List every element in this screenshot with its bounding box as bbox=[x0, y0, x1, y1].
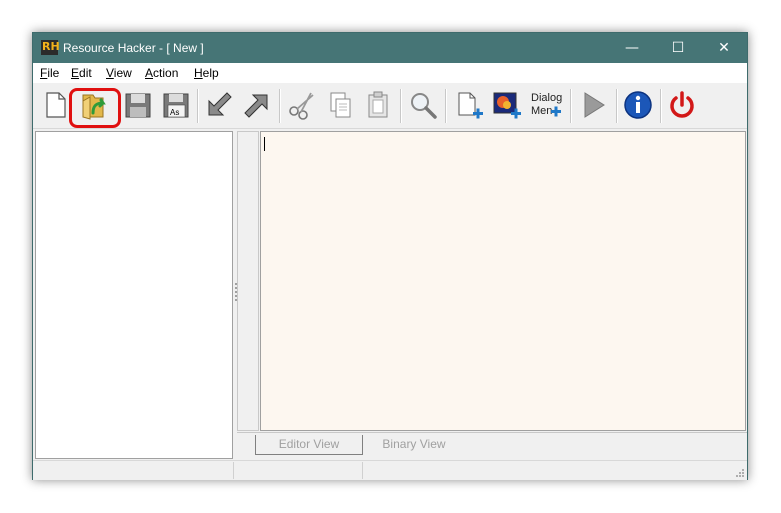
toolbar: As Dialog Men bbox=[33, 83, 747, 129]
about-button[interactable] bbox=[622, 89, 654, 121]
dialog-merger-button[interactable]: Dialog Men bbox=[529, 89, 565, 121]
status-panel-2 bbox=[234, 462, 363, 479]
menu-view-label: iew bbox=[113, 66, 132, 80]
menu-action-label: ction bbox=[153, 66, 179, 80]
menu-action[interactable]: Action bbox=[145, 66, 178, 80]
add-document-icon bbox=[458, 92, 483, 119]
tab-editor-view[interactable]: Editor View bbox=[255, 435, 363, 455]
paste-button[interactable] bbox=[362, 89, 394, 121]
back-button[interactable] bbox=[203, 89, 235, 121]
menu-file[interactable]: File bbox=[40, 66, 59, 80]
minimize-button[interactable]: — bbox=[609, 33, 655, 63]
dialog-label: Dialog bbox=[531, 92, 562, 104]
toolbar-separator bbox=[616, 89, 618, 123]
status-panel-1 bbox=[33, 462, 234, 479]
new-document-icon bbox=[46, 92, 66, 118]
copy-icon bbox=[330, 92, 351, 118]
line-number-gutter bbox=[237, 131, 259, 431]
menu-edit[interactable]: Edit bbox=[71, 66, 92, 80]
close-button[interactable]: ✕ bbox=[701, 33, 747, 63]
arrow-up-right-icon bbox=[244, 94, 268, 118]
app-logo-text: RH bbox=[42, 40, 60, 53]
arrow-down-left-icon bbox=[208, 92, 232, 116]
menu-help-mnemonic: H bbox=[194, 66, 203, 80]
menu-view-mnemonic: V bbox=[106, 66, 114, 80]
open-button-highlight bbox=[69, 88, 121, 128]
save-as-label: As bbox=[170, 108, 179, 117]
menu-action-mnemonic: A bbox=[145, 66, 154, 80]
exit-button[interactable] bbox=[666, 89, 698, 121]
toolbar-separator bbox=[660, 89, 662, 123]
menu-view[interactable]: View bbox=[106, 66, 132, 80]
add-image-resource-button[interactable] bbox=[491, 89, 523, 121]
toolbar-separator bbox=[400, 89, 402, 123]
save-button[interactable] bbox=[122, 89, 154, 121]
menu-edit-mnemonic: E bbox=[71, 66, 80, 80]
add-blank-resource-button[interactable] bbox=[453, 89, 485, 121]
toolbar-separator bbox=[445, 89, 447, 123]
resource-tree-pane[interactable] bbox=[35, 131, 233, 459]
menu-file-label: ile bbox=[47, 66, 60, 80]
status-bar bbox=[33, 460, 747, 480]
resize-grip-icon[interactable] bbox=[735, 468, 745, 478]
menu-help[interactable]: Help bbox=[194, 66, 219, 80]
menu-label: Men bbox=[531, 105, 552, 117]
copy-button[interactable] bbox=[324, 89, 356, 121]
window-title: Resource Hacker - [ New ] bbox=[63, 41, 204, 55]
text-caret bbox=[264, 137, 265, 151]
script-editor[interactable] bbox=[260, 131, 746, 431]
scissors-icon bbox=[289, 92, 314, 120]
toolbar-separator bbox=[279, 89, 281, 123]
view-tabs: Editor View Binary View bbox=[237, 432, 747, 460]
menu-edit-label: dit bbox=[79, 66, 92, 80]
clipboard-icon bbox=[368, 91, 388, 118]
menu-help-label: elp bbox=[202, 66, 219, 80]
find-button[interactable] bbox=[407, 89, 439, 121]
maximize-button[interactable]: ☐ bbox=[655, 33, 701, 63]
info-icon bbox=[624, 91, 652, 119]
cut-button[interactable] bbox=[286, 89, 318, 121]
toolbar-separator bbox=[197, 89, 199, 123]
toolbar-separator bbox=[570, 89, 572, 123]
dialog-menu-icon: Dialog Men bbox=[531, 92, 562, 117]
compile-script-button[interactable] bbox=[577, 89, 609, 121]
floppy-disk-icon bbox=[125, 93, 151, 118]
add-image-icon bbox=[493, 92, 521, 119]
save-as-button[interactable]: As bbox=[160, 89, 192, 121]
power-icon bbox=[670, 91, 694, 118]
forward-button[interactable] bbox=[241, 89, 273, 121]
new-file-button[interactable] bbox=[39, 89, 71, 121]
menu-bar: File Edit View Action Help bbox=[33, 63, 747, 83]
title-bar[interactable]: RH Resource Hacker - [ New ] — ☐ ✕ bbox=[33, 33, 747, 63]
play-icon bbox=[584, 92, 605, 118]
app-logo-icon: RH bbox=[41, 40, 60, 55]
magnifier-icon bbox=[411, 93, 437, 119]
tab-binary-view[interactable]: Binary View bbox=[379, 435, 449, 455]
main-window: RH Resource Hacker - [ New ] — ☐ ✕ File … bbox=[32, 32, 748, 480]
floppy-disk-as-icon: As bbox=[163, 93, 189, 118]
